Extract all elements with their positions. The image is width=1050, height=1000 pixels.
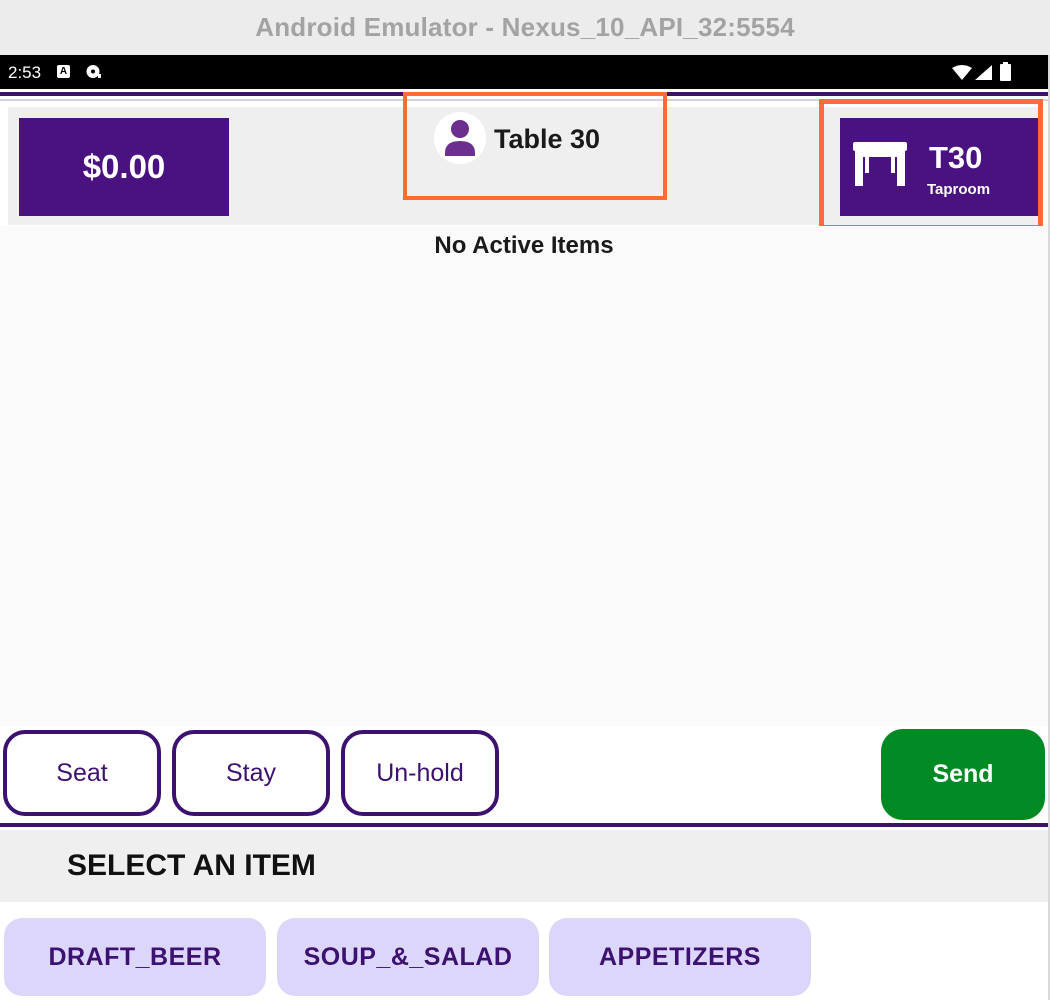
signal-icon [975,65,992,80]
table-icon [853,142,907,186]
category-label: DRAFT_BEER [48,942,222,971]
seat-button[interactable]: Seat [3,730,161,816]
menu-divider [0,823,1050,827]
emulator-title-bar: Android Emulator - Nexus_10_API_32:5554 [0,0,1050,55]
table-room: Taproom [927,181,991,198]
table-selector-button[interactable]: T30 Taproom [840,118,1038,216]
battery-icon [1000,62,1011,81]
empty-order-message: No Active Items [434,232,614,259]
menu-title: SELECT AN ITEM [67,849,316,882]
wifi-icon [952,65,972,80]
category-label: APPETIZERS [599,942,761,971]
category-soup-salad[interactable]: SOUP_&_SALAD [277,918,539,996]
unhold-button-label: Un-hold [376,758,464,787]
unhold-button[interactable]: Un-hold [341,730,499,816]
status-bar: 2:53 A [0,55,1050,89]
category-appetizers[interactable]: APPETIZERS [549,918,811,996]
order-items-area [0,226,1048,726]
send-button[interactable]: Send [881,729,1045,820]
send-button-label: Send [932,760,994,788]
person-icon [445,120,475,156]
emulator-title: Android Emulator - Nexus_10_API_32:5554 [255,12,795,42]
stay-button[interactable]: Stay [172,730,330,816]
order-total-button[interactable]: $0.00 [19,118,229,216]
table-name-label[interactable]: Table 30 [494,124,600,155]
category-draft-beer[interactable]: DRAFT_BEER [4,918,266,996]
stay-button-label: Stay [225,758,277,787]
category-label: SOUP_&_SALAD [303,942,513,971]
table-number: T30 [929,140,983,175]
disc-icon [86,65,101,78]
a-notification-icon: A [57,65,70,78]
seat-button-label: Seat [56,758,108,787]
guest-avatar[interactable] [434,112,486,164]
status-time: 2:53 [8,63,42,82]
order-total: $0.00 [82,148,166,185]
